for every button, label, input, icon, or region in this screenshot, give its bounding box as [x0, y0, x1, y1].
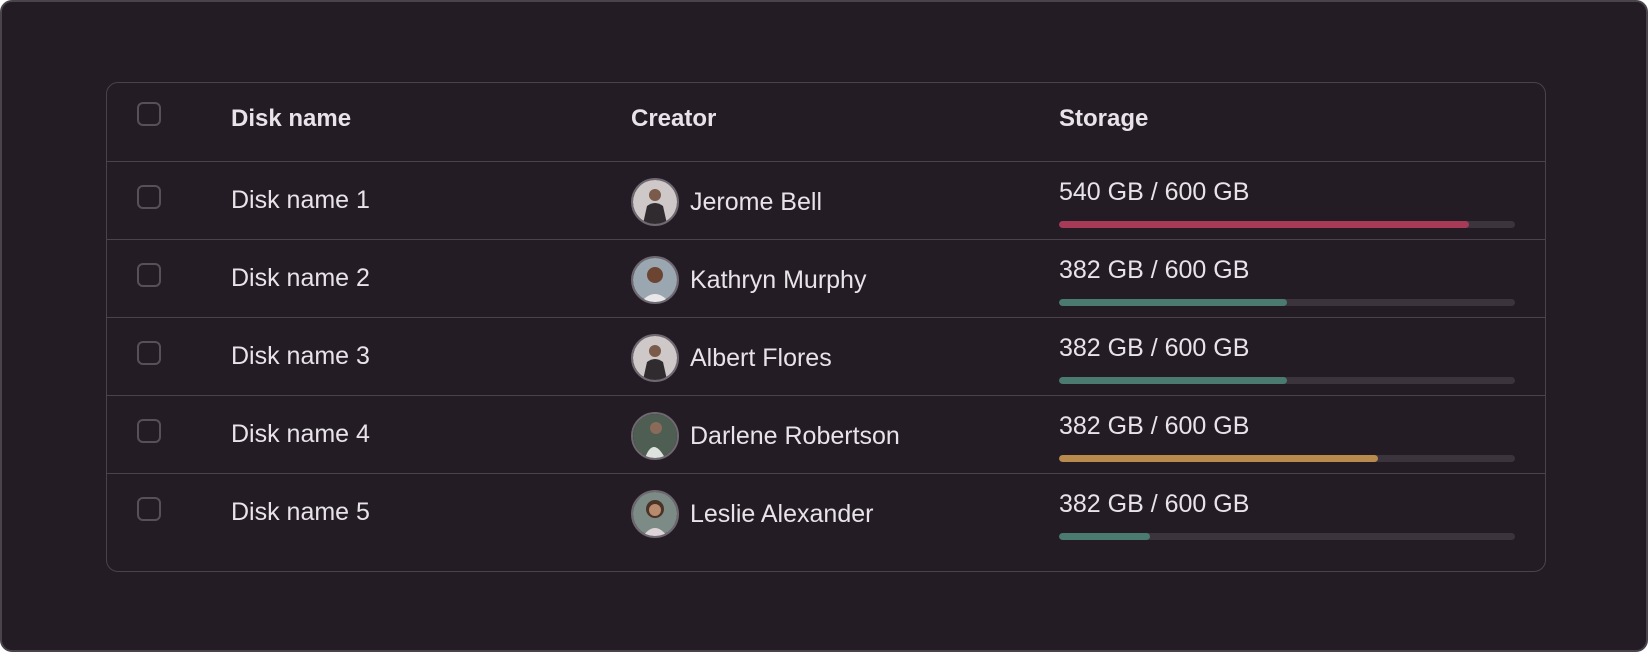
storage-cell: 382 GB / 600 GB: [1059, 334, 1515, 384]
row-checkbox[interactable]: [137, 263, 161, 287]
app-window: Disk name Creator Storage Disk name 1 Je…: [0, 0, 1648, 652]
row-checkbox[interactable]: [137, 497, 161, 521]
creator-cell: Darlene Robertson: [631, 412, 900, 460]
column-header-storage[interactable]: Storage: [1059, 105, 1148, 133]
disk-name-cell: Disk name 4: [231, 420, 370, 448]
storage-cell: 382 GB / 600 GB: [1059, 412, 1515, 462]
creator-cell: Kathryn Murphy: [631, 256, 866, 304]
table-row[interactable]: Disk name 3 Albert Flores 382 GB / 600 G…: [107, 317, 1545, 399]
row-checkbox[interactable]: [137, 185, 161, 209]
table-header-row: Disk name Creator Storage: [107, 83, 1545, 165]
storage-usage-label: 382 GB / 600 GB: [1059, 412, 1250, 440]
creator-name: Jerome Bell: [690, 187, 822, 216]
person-avatar-icon: [631, 178, 679, 226]
creator-cell: Albert Flores: [631, 334, 832, 382]
column-header-creator[interactable]: Creator: [631, 105, 716, 133]
person-avatar-icon: [631, 412, 679, 460]
select-all-checkbox[interactable]: [137, 102, 161, 126]
storage-cell: 382 GB / 600 GB: [1059, 490, 1515, 540]
storage-progress-bar: [1059, 533, 1515, 540]
person-avatar-icon: [631, 256, 679, 304]
storage-usage-label: 382 GB / 600 GB: [1059, 490, 1250, 518]
creator-name: Kathryn Murphy: [690, 265, 867, 294]
column-header-disk-name[interactable]: Disk name: [231, 105, 351, 133]
row-checkbox[interactable]: [137, 419, 161, 443]
table-row[interactable]: Disk name 2 Kathryn Murphy 382 GB / 600 …: [107, 239, 1545, 321]
creator-cell: Leslie Alexander: [631, 490, 873, 538]
storage-usage-label: 540 GB / 600 GB: [1059, 178, 1250, 206]
disks-table: Disk name Creator Storage Disk name 1 Je…: [106, 82, 1546, 572]
storage-cell: 382 GB / 600 GB: [1059, 256, 1515, 306]
storage-progress-fill: [1059, 377, 1287, 384]
row-checkbox[interactable]: [137, 341, 161, 365]
disk-name-cell: Disk name 5: [231, 498, 370, 526]
disk-name-cell: Disk name 3: [231, 342, 370, 370]
storage-progress-bar: [1059, 299, 1515, 306]
storage-usage-label: 382 GB / 600 GB: [1059, 256, 1250, 284]
table-row[interactable]: Disk name 5 Leslie Alexander 382 GB / 60…: [107, 473, 1545, 555]
storage-usage-label: 382 GB / 600 GB: [1059, 334, 1250, 362]
disk-name-cell: Disk name 1: [231, 186, 370, 214]
creator-cell: Jerome Bell: [631, 178, 822, 226]
creator-name: Leslie Alexander: [690, 499, 874, 528]
person-avatar-icon: [631, 334, 679, 382]
creator-name: Darlene Robertson: [690, 421, 900, 450]
storage-progress-bar: [1059, 377, 1515, 384]
storage-progress-fill: [1059, 533, 1151, 540]
table-row[interactable]: Disk name 4 Darlene Robertson 382 GB / 6…: [107, 395, 1545, 477]
storage-progress-bar: [1059, 221, 1515, 228]
person-avatar-icon: [631, 490, 679, 538]
disk-name-cell: Disk name 2: [231, 264, 370, 292]
creator-name: Albert Flores: [690, 343, 832, 372]
storage-progress-fill: [1059, 221, 1470, 228]
storage-progress-fill: [1059, 299, 1287, 306]
storage-cell: 540 GB / 600 GB: [1059, 178, 1515, 228]
table-row[interactable]: Disk name 1 Jerome Bell 540 GB / 600 GB: [107, 161, 1545, 243]
storage-progress-bar: [1059, 455, 1515, 462]
storage-progress-fill: [1059, 455, 1379, 462]
